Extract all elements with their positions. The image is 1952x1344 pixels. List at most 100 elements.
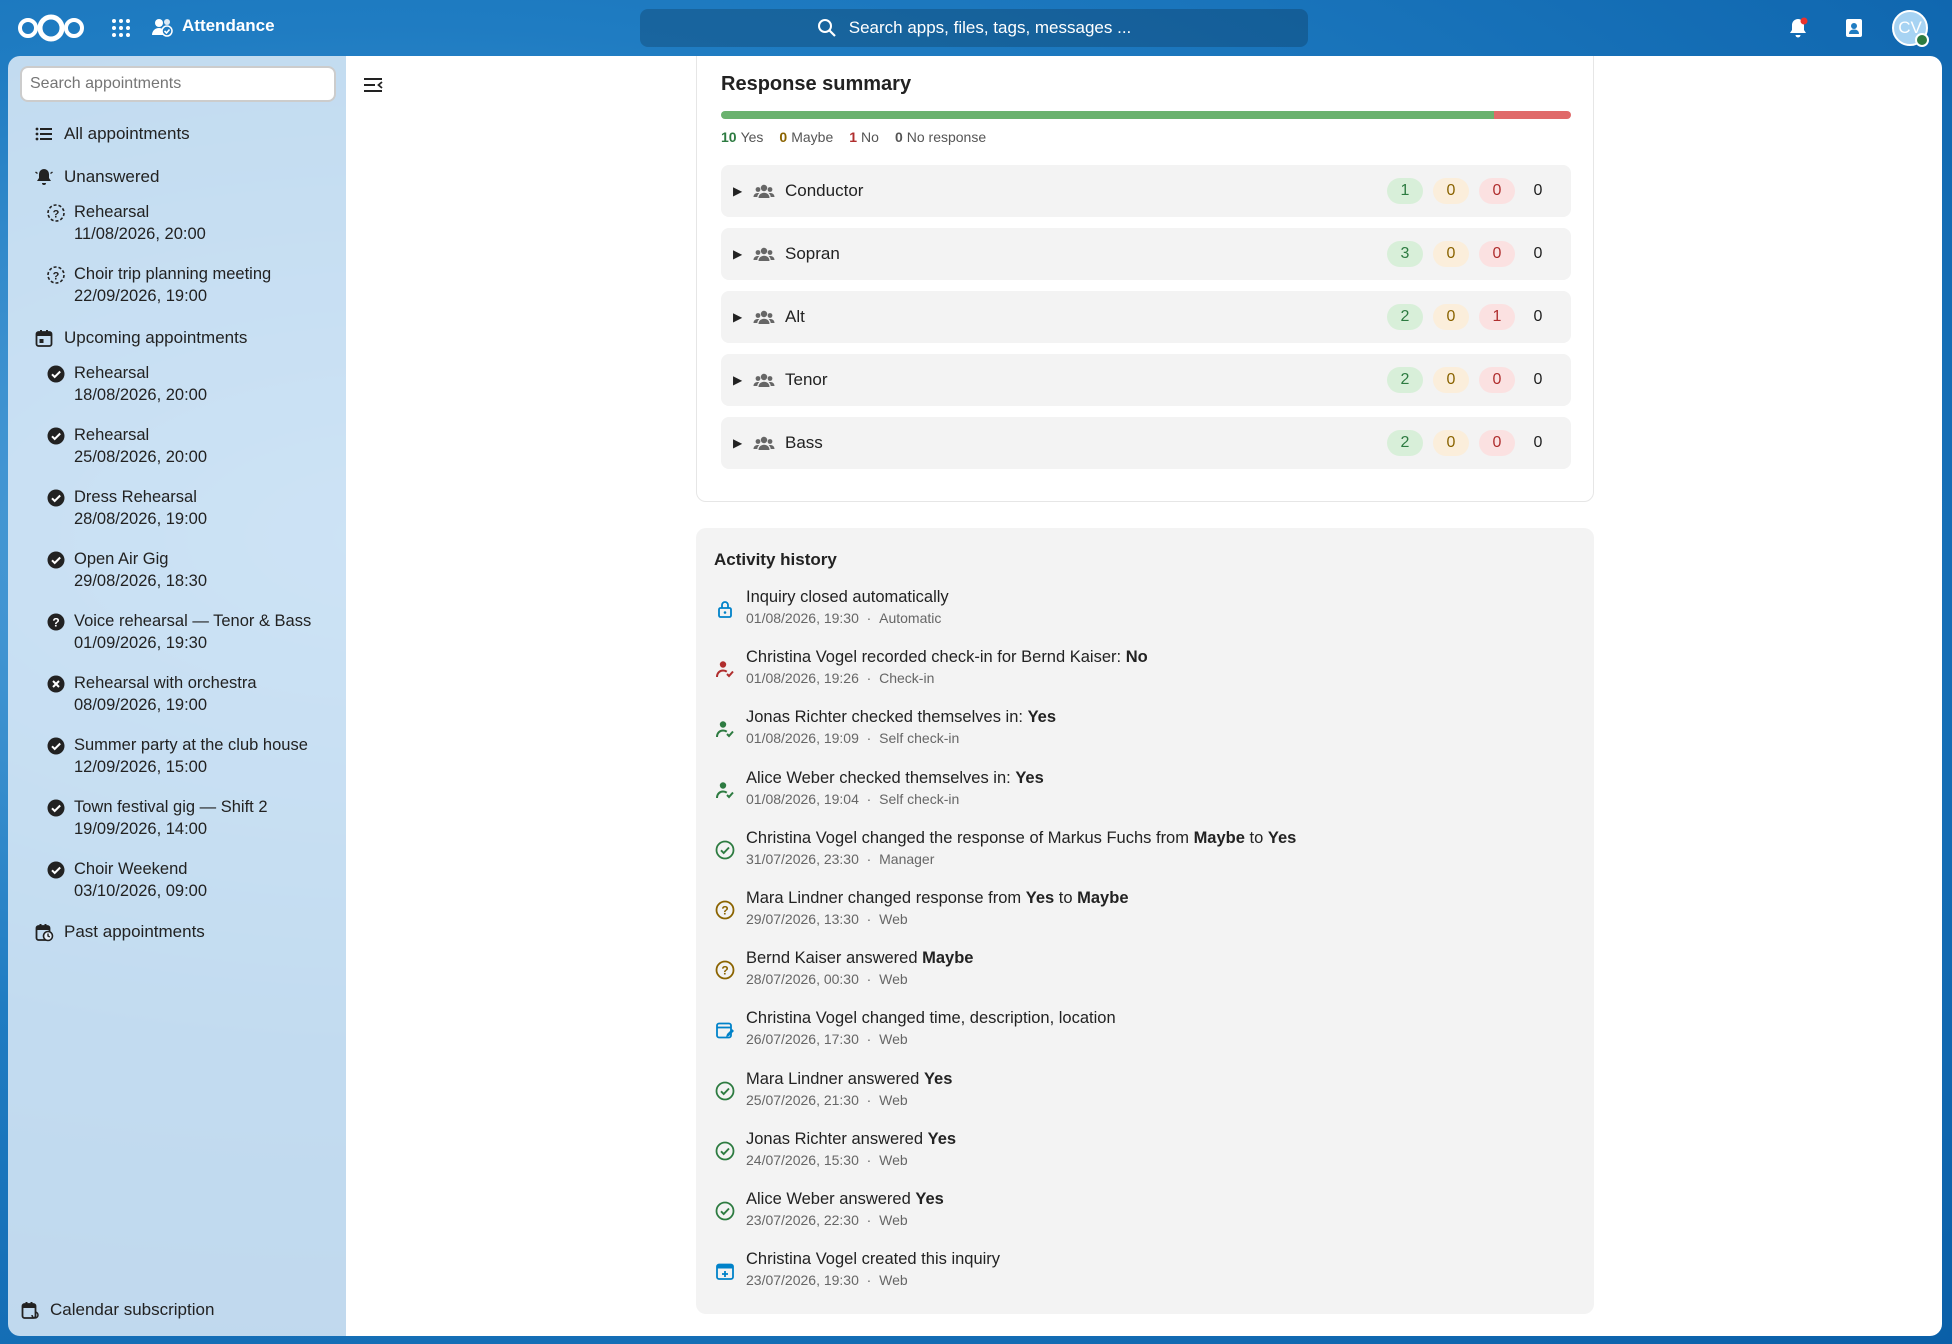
nav-past-appointments[interactable]: Past appointments [34,920,334,944]
svg-text:?: ? [721,904,728,918]
group-row-conductor[interactable]: ▶ Conductor 1 0 0 0 [721,165,1571,217]
group-counts: 2000 [1387,430,1551,456]
expand-caret-icon[interactable]: ▶ [733,373,745,387]
expand-caret-icon[interactable]: ▶ [733,436,745,450]
group-counts: 2010 [1387,304,1551,330]
appointment-item[interactable]: Open Air Gig 29/08/2026, 18:30 [46,548,334,592]
maybe-count-badge: 0 [1433,304,1469,330]
no-count-badge: 0 [1479,241,1515,267]
user-avatar[interactable]: CV [1892,10,1929,47]
check-circle-filled-icon [47,861,65,879]
appointment-item[interactable]: ? Voice rehearsal — Tenor & Bass 01/09/202… [46,610,334,654]
maybe-count-badge: 0 [1433,430,1469,456]
group-icon [753,310,775,324]
calendar-subscription-button[interactable]: Calendar subscription [20,1300,214,1320]
expand-caret-icon[interactable]: ▶ [733,310,745,324]
no-count-badge: 0 [1479,430,1515,456]
toggle-navigation-icon[interactable] [362,74,384,96]
check-circle-filled-icon [47,799,65,817]
activity-source: Web [879,971,908,988]
appointment-item[interactable]: Rehearsal 18/08/2026, 20:00 [46,362,334,406]
activity-response: Yes [1025,889,1055,907]
legend-maybe: 0 Maybe [779,129,833,145]
activity-source: Check-in [879,670,935,687]
activity-date: 01/08/2026, 19:09 [746,730,859,747]
activity-date: 01/08/2026, 19:26 [746,670,859,687]
group-name: Sopran [785,244,840,263]
no-response-count: 0 [1533,308,1543,325]
group-row-alt[interactable]: ▶ Alt 2 0 1 0 [721,291,1571,343]
no-count-badge: 1 [1479,304,1515,330]
activity-response: Maybe [1193,828,1245,847]
appointment-date: 19/09/2026, 14:00 [74,820,208,838]
activity-source: Automatic [879,610,942,626]
calendar-sync-icon [21,1302,39,1319]
group-name: Alt [785,307,805,326]
nav-unanswered-label: Unanswered [64,167,160,186]
check-circle-icon [715,1141,735,1161]
group-row-tenor[interactable]: ▶ Tenor 2 0 0 0 [721,354,1571,406]
nav-unanswered[interactable]: Unanswered [34,165,334,189]
activity-response: Yes [1027,708,1057,727]
activity-date: 28/07/2026, 00:30 [746,971,859,988]
x-circle-filled-icon [47,675,65,693]
group-icon [753,247,775,261]
appointment-item[interactable]: Summer party at the club house 12/09/2026… [46,734,334,778]
activity-text-connector: to [1054,889,1078,907]
appointment-title: Summer party at the club house [74,736,308,754]
unified-search-button[interactable]: Search apps, files, tags, messages ... [640,9,1308,47]
apps-grid-icon[interactable] [110,17,132,39]
appointment-item[interactable]: Town festival gig — Shift 2 19/09/2026, 1… [46,796,334,840]
expand-caret-icon[interactable]: ▶ [733,184,745,198]
search-appointments-input[interactable] [20,66,336,102]
activity-source: Web [879,1272,908,1289]
app-content: Response summary 10 Yes 0 Maybe 1 No 0 No re… [346,56,1942,1336]
attendance-app-icon [152,19,173,37]
notifications-bell-icon[interactable] [1786,16,1810,40]
legend-yes-count: 10 [721,129,737,145]
checkin-no-icon [716,661,734,678]
check-circle-icon [715,1081,735,1100]
group-row-sopran[interactable]: ▶ Sopran 3 0 0 0 [721,228,1571,280]
legend-maybe-count: 0 [779,129,788,145]
activity-text: Christina Vogel changed the response of … [746,828,1194,847]
activity-text: Bernd Kaiser answered [746,949,923,968]
meta-separator: · [858,971,880,988]
legend-yes-label: Yes [740,129,764,145]
appointment-item[interactable]: Choir Weekend 03/10/2026, 09:00 [46,858,334,902]
activity-text: Christina Vogel recorded check-in for Be… [746,648,1126,667]
appointment-title: Rehearsal [74,203,150,221]
nav-all-appointments[interactable]: All appointments [34,122,334,146]
nextcloud-logo-icon[interactable] [16,12,86,44]
top-bar: Attendance Search apps, files, tags, mes… [0,0,1952,56]
app-name-link[interactable]: Attendance [150,14,275,38]
appointment-item[interactable]: Rehearsal 25/08/2026, 20:00 [46,424,334,468]
calendar-plus-icon [716,1263,734,1281]
appointment-date: 22/09/2026, 19:00 [74,287,208,305]
group-name: Tenor [785,370,828,389]
checkin-yes-icon [716,781,734,799]
activity-item: Christina Vogel changed the response of … [714,827,1296,869]
activity-response: Yes [1015,768,1044,787]
group-icon [753,184,775,198]
expand-caret-icon[interactable]: ▶ [733,247,745,261]
activity-source: Web [879,1212,908,1228]
appointment-item[interactable]: ? Choir trip planning meeting 22/09/2026,… [46,263,334,307]
nav-upcoming-appointments[interactable]: Upcoming appointments [34,326,334,350]
upcoming-appointments-list: Rehearsal 18/08/2026, 20:00 Rehearsal 25/08… [20,362,334,902]
appointment-item[interactable]: ? Rehearsal 11/08/2026, 20:00 [46,201,334,245]
activity-source: Self check-in [879,790,960,807]
check-circle-filled-icon [47,427,65,445]
appointment-item[interactable]: Rehearsal with orchestra 08/09/2026, 19:0… [46,672,334,716]
search-icon [817,19,836,37]
appointment-item[interactable]: Dress Rehearsal 28/08/2026, 19:00 [46,486,334,530]
contacts-menu-icon[interactable] [1842,16,1866,40]
group-row-bass[interactable]: ▶ Bass 2 0 0 0 [721,417,1571,469]
meta-separator: · [858,1212,880,1228]
appointment-title: Voice rehearsal — Tenor & Bass [74,612,312,630]
activity-text: Inquiry closed automatically [746,588,949,606]
bell-alert-icon [35,169,53,185]
response-progress-bar [721,111,1571,119]
no-response-count: 0 [1533,371,1543,388]
appointment-title: Town festival gig — Shift 2 [74,798,268,816]
